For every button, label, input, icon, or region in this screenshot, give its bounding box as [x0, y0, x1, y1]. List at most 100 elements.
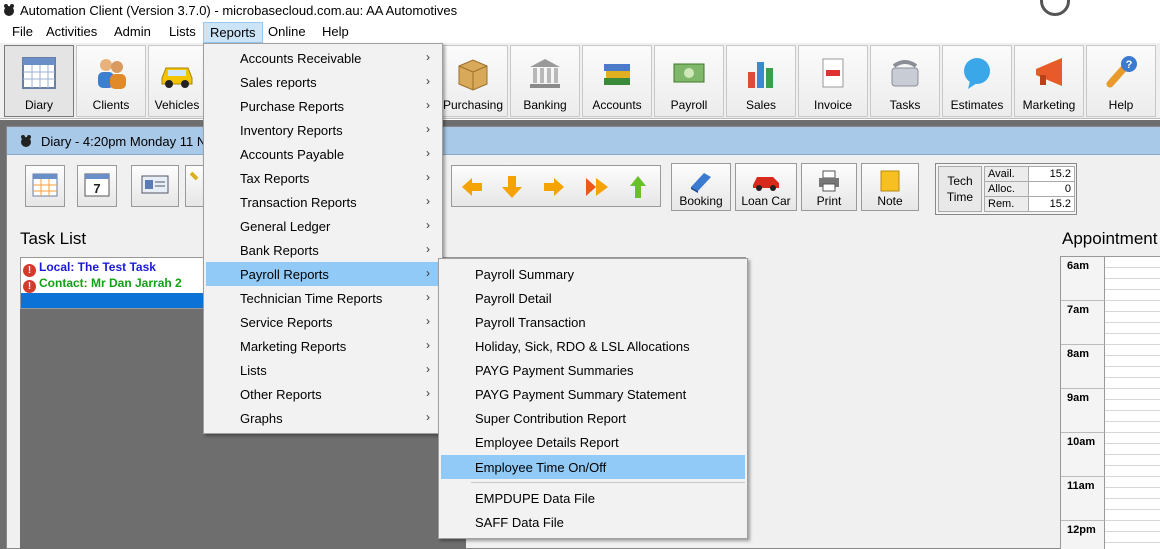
week-view-button[interactable]: 7	[77, 165, 117, 207]
invoice-icon	[822, 58, 844, 88]
submenu-arrow-icon: ›	[426, 314, 430, 328]
reports-menu-item-label: Lists	[240, 363, 267, 378]
submenu-arrow-icon: ›	[426, 74, 430, 88]
payroll-menu-item[interactable]: Employee Details Report	[441, 430, 745, 454]
payroll-menu-item[interactable]: Super Contribution Report	[441, 406, 745, 430]
toolbar-vehicles-button[interactable]: Vehicles	[148, 45, 206, 117]
toolbar-estimates-label: Estimates	[950, 98, 1004, 112]
money-icon	[673, 63, 705, 83]
menu-lists[interactable]: Lists	[163, 22, 202, 43]
reports-menu-item-label: Accounts Payable	[240, 147, 345, 162]
reports-menu-item-label: Purchase Reports	[240, 99, 345, 114]
navigation-arrows	[451, 165, 661, 207]
time-slot: 7am	[1061, 301, 1105, 345]
reports-menu-item[interactable]: Marketing Reports ›	[206, 334, 440, 358]
submenu-arrow-icon: ›	[426, 194, 430, 208]
submenu-arrow-icon: ›	[426, 122, 430, 136]
reports-menu-item[interactable]: Other Reports ›	[206, 382, 440, 406]
reports-menu-item[interactable]: Tax Reports ›	[206, 166, 440, 190]
menu-help[interactable]: Help	[316, 22, 355, 43]
payroll-menu-item-employee-time[interactable]: Employee Time On/Off	[441, 455, 745, 479]
toolbar-estimates-button[interactable]: Estimates	[942, 45, 1012, 117]
bar-chart-icon	[748, 62, 773, 88]
fast-forward-icon[interactable]	[582, 176, 610, 198]
reports-menu-item[interactable]: General Ledger ›	[206, 214, 440, 238]
month-view-button[interactable]	[25, 165, 65, 207]
reports-menu-item[interactable]: Bank Reports ›	[206, 238, 440, 262]
reports-menu-item[interactable]: Technician Time Reports ›	[206, 286, 440, 310]
menu-online[interactable]: Online	[262, 22, 312, 43]
submenu-arrow-icon: ›	[426, 362, 430, 376]
toolbar-tasks-button[interactable]: Tasks	[870, 45, 940, 117]
diary-title: Diary - 4:20pm Monday 11 N	[41, 134, 207, 149]
task-item[interactable]: ! Contact: Mr Dan Jarrah 2	[23, 276, 182, 293]
toolbar-sales-button[interactable]: Sales	[726, 45, 796, 117]
reports-menu-item[interactable]: Sales reports ›	[206, 70, 440, 94]
toolbar-invoice-label: Invoice	[813, 98, 853, 112]
toolbar-payroll-button[interactable]: Payroll	[654, 45, 724, 117]
reports-menu-item-payroll[interactable]: Payroll Reports ›	[206, 262, 440, 286]
print-button[interactable]: Print	[801, 163, 857, 211]
reports-menu-item[interactable]: Accounts Receivable ›	[206, 46, 440, 70]
card-view-button[interactable]	[131, 165, 179, 207]
reports-menu-item[interactable]: Transaction Reports ›	[206, 190, 440, 214]
loan-car-button[interactable]: Loan Car	[735, 163, 797, 211]
toolbar-banking-label: Banking	[523, 98, 567, 112]
payroll-menu-item[interactable]: Holiday, Sick, RDO & LSL Allocations	[441, 334, 745, 358]
toolbar-purchasing-button[interactable]: Purchasing	[438, 45, 508, 117]
payroll-menu-item[interactable]: PAYG Payment Summaries	[441, 358, 745, 382]
payroll-menu-item[interactable]: Payroll Summary	[441, 262, 745, 286]
payroll-menu-item[interactable]: PAYG Payment Summary Statement	[441, 382, 745, 406]
payroll-menu-item[interactable]: SAFF Data File	[441, 510, 745, 534]
today-arrow-icon[interactable]	[628, 174, 648, 200]
month-calendar-icon	[32, 173, 58, 197]
reports-menu-item[interactable]: Lists ›	[206, 358, 440, 382]
toolbar-clients-label: Clients	[92, 98, 130, 112]
task-text-contact: Contact: Mr Dan Jarrah 2	[39, 276, 182, 290]
phone-icon	[891, 60, 919, 87]
toolbar-help-button[interactable]: ? Help	[1086, 45, 1156, 117]
reports-menu-item[interactable]: Accounts Payable ›	[206, 142, 440, 166]
next-arrow-icon[interactable]	[542, 176, 566, 198]
submenu-arrow-icon: ›	[426, 410, 430, 424]
down-arrow-icon[interactable]	[500, 174, 524, 200]
toolbar-invoice-button[interactable]: Invoice	[798, 45, 868, 117]
printer-icon	[819, 170, 839, 192]
payroll-menu-item[interactable]: Payroll Transaction	[441, 310, 745, 334]
toolbar-accounts-label: Accounts	[592, 98, 642, 112]
ledger-books-icon	[604, 64, 630, 85]
menu-file[interactable]: File	[6, 22, 39, 43]
bank-icon	[530, 59, 560, 88]
time-slot: 8am	[1061, 345, 1105, 389]
previous-arrow-icon[interactable]	[460, 176, 484, 198]
reports-menu-item[interactable]: Purchase Reports ›	[206, 94, 440, 118]
print-label: Print	[816, 194, 842, 208]
toolbar-marketing-button[interactable]: Marketing	[1014, 45, 1084, 117]
menu-admin[interactable]: Admin	[108, 22, 157, 43]
booking-button[interactable]: Booking	[671, 163, 731, 211]
appointment-column[interactable]	[1105, 257, 1160, 549]
app-icon	[4, 4, 14, 16]
window-title: Automation Client (Version 3.7.0) - micr…	[20, 3, 458, 18]
reports-menu-item[interactable]: Graphs ›	[206, 406, 440, 430]
booking-label: Booking	[679, 194, 723, 208]
submenu-arrow-icon: ›	[426, 338, 430, 352]
busy-indicator-icon	[1040, 0, 1070, 16]
appointments-grid: 6am 7am 8am 9am 10am 11am 12pm	[1060, 256, 1160, 549]
reports-menu-item[interactable]: Service Reports ›	[206, 310, 440, 334]
tool-button[interactable]	[185, 165, 205, 207]
toolbar-diary-button[interactable]: Diary	[4, 45, 74, 117]
menu-reports[interactable]: Reports	[203, 22, 263, 43]
main-toolbar: Diary Clients Vehicles Purchasing Bankin…	[0, 43, 1160, 119]
note-button[interactable]: Note	[861, 163, 919, 211]
toolbar-payroll-label: Payroll	[670, 98, 708, 112]
toolbar-banking-button[interactable]: Banking	[510, 45, 580, 117]
reports-menu-item[interactable]: Inventory Reports ›	[206, 118, 440, 142]
payroll-menu-item[interactable]: EMPDUPE Data File	[441, 486, 745, 510]
task-item[interactable]: ! Local: The Test Task	[23, 260, 156, 277]
reports-menu-item-label: Marketing Reports	[240, 339, 347, 354]
toolbar-clients-button[interactable]: Clients	[76, 45, 146, 117]
payroll-menu-item[interactable]: Payroll Detail	[441, 286, 745, 310]
toolbar-accounts-button[interactable]: Accounts	[582, 45, 652, 117]
menu-activities[interactable]: Activities	[40, 22, 103, 43]
